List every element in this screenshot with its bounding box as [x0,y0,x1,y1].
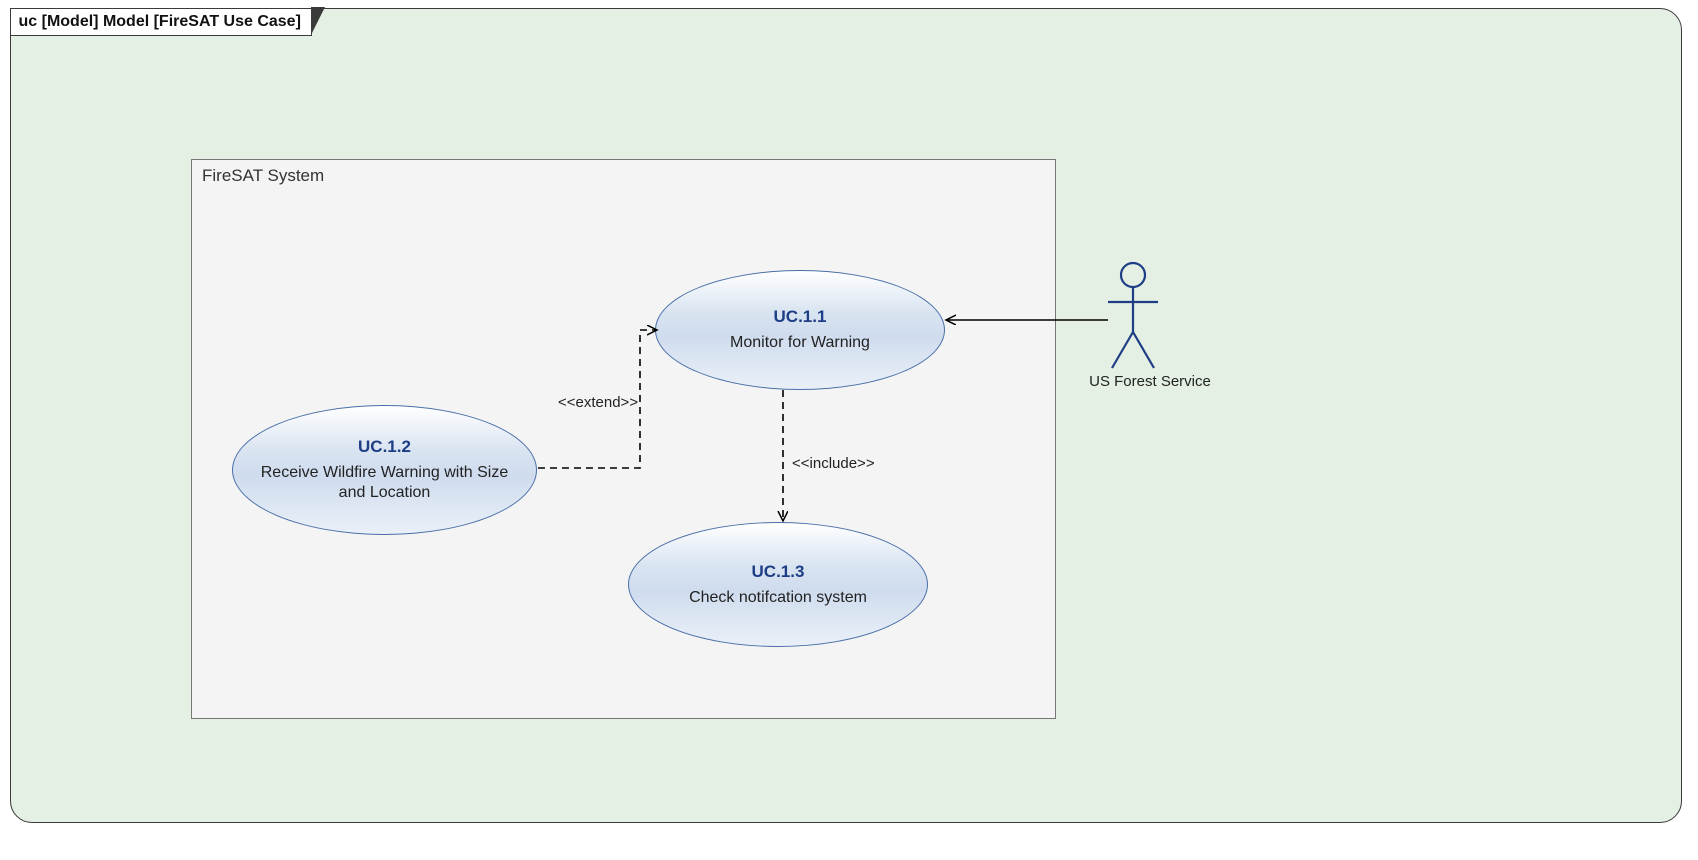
usecase-id: UC.1.2 [358,437,411,457]
usecase-name: Check notifcation system [689,588,867,608]
usecase-uc-1-2[interactable]: UC.1.2 Receive Wildfire Warning with Siz… [232,405,537,535]
system-boundary-title: FireSAT System [202,166,324,186]
actor-label: US Forest Service [1080,373,1220,390]
usecase-name: Receive Wildfire Warning with Size and L… [251,463,518,503]
usecase-id: UC.1.1 [774,307,827,327]
relationship-extend-label: <<extend>> [558,394,638,411]
usecase-id: UC.1.3 [752,562,805,582]
usecase-uc-1-1[interactable]: UC.1.1 Monitor for Warning [655,270,945,390]
usecase-name: Monitor for Warning [730,333,870,353]
frame-header-text: uc [Model] Model [FireSAT Use Case] [19,13,301,31]
diagram-frame: uc [Model] Model [FireSAT Use Case] Fire… [10,8,1682,823]
usecase-uc-1-3[interactable]: UC.1.3 Check notifcation system [628,522,928,647]
diagram-canvas: uc [Model] Model [FireSAT Use Case] Fire… [0,0,1698,860]
relationship-include-label: <<include>> [792,455,875,472]
frame-header-tab: uc [Model] Model [FireSAT Use Case] [10,8,312,36]
